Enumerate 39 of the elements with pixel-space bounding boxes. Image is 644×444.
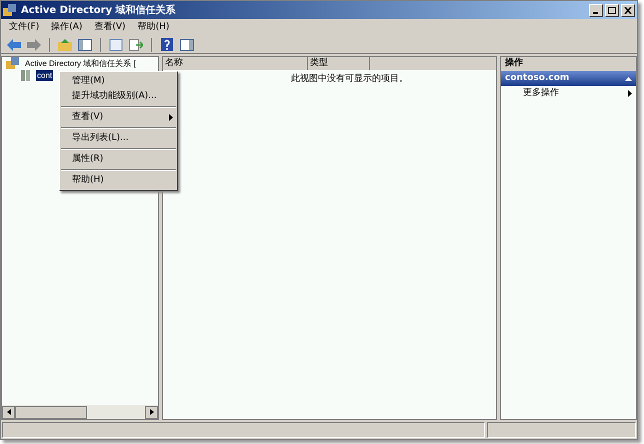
context-menu-item[interactable]: 查看(V) xyxy=(60,110,177,125)
server-icon xyxy=(20,68,32,82)
action-item[interactable]: 更多操作 xyxy=(501,86,636,101)
context-menu-item[interactable]: 导出列表(L)... xyxy=(60,131,177,146)
left-arrow-icon xyxy=(6,409,10,415)
export-icon[interactable] xyxy=(127,36,145,52)
close-button[interactable] xyxy=(621,4,635,16)
context-menu-item[interactable]: 提升域功能级别(A)... xyxy=(60,89,177,104)
submenu-arrow-icon xyxy=(169,114,173,121)
submenu-arrow-icon xyxy=(628,90,632,97)
empty-message: 此视图中没有可显示的项目。 xyxy=(291,73,408,86)
horizontal-scrollbar[interactable] xyxy=(2,405,158,419)
close-icon xyxy=(624,6,632,14)
tree-pane-icon[interactable] xyxy=(76,36,94,52)
menu-item[interactable]: 文件(F) xyxy=(9,20,40,34)
menu-item[interactable]: 操作(A) xyxy=(51,20,82,34)
back-icon[interactable] xyxy=(5,36,23,52)
collapse-icon xyxy=(625,76,632,80)
tree-item[interactable]: Active Directory 域和信任关系 [ xyxy=(24,58,137,68)
minimize-button[interactable] xyxy=(589,4,603,16)
properties-icon[interactable] xyxy=(107,36,125,52)
context-menu-item[interactable]: 帮助(H) xyxy=(60,173,177,188)
menu-item[interactable]: 帮助(H) xyxy=(138,20,170,34)
maximize-icon xyxy=(608,6,616,14)
tree-item[interactable]: cont xyxy=(36,70,54,80)
help-icon[interactable] xyxy=(158,36,176,52)
right-arrow-icon xyxy=(150,409,154,415)
column-header[interactable]: 名称 xyxy=(163,57,308,70)
column-header[interactable]: 类型 xyxy=(308,57,370,70)
context-menu-item[interactable]: 管理(M) xyxy=(60,74,177,89)
action-pane-header: 操作 xyxy=(505,57,523,70)
maximize-button[interactable] xyxy=(605,4,619,16)
section-header[interactable]: contoso.com xyxy=(501,71,636,86)
context-menu-item[interactable]: 属性(R) xyxy=(60,152,177,167)
app-icon xyxy=(3,4,17,16)
window-title: Active Directory 域和信任关系 xyxy=(21,4,176,18)
action-pane-icon[interactable] xyxy=(178,36,196,52)
menu-item[interactable]: 查看(V) xyxy=(94,20,126,34)
domains-icon xyxy=(6,57,20,70)
